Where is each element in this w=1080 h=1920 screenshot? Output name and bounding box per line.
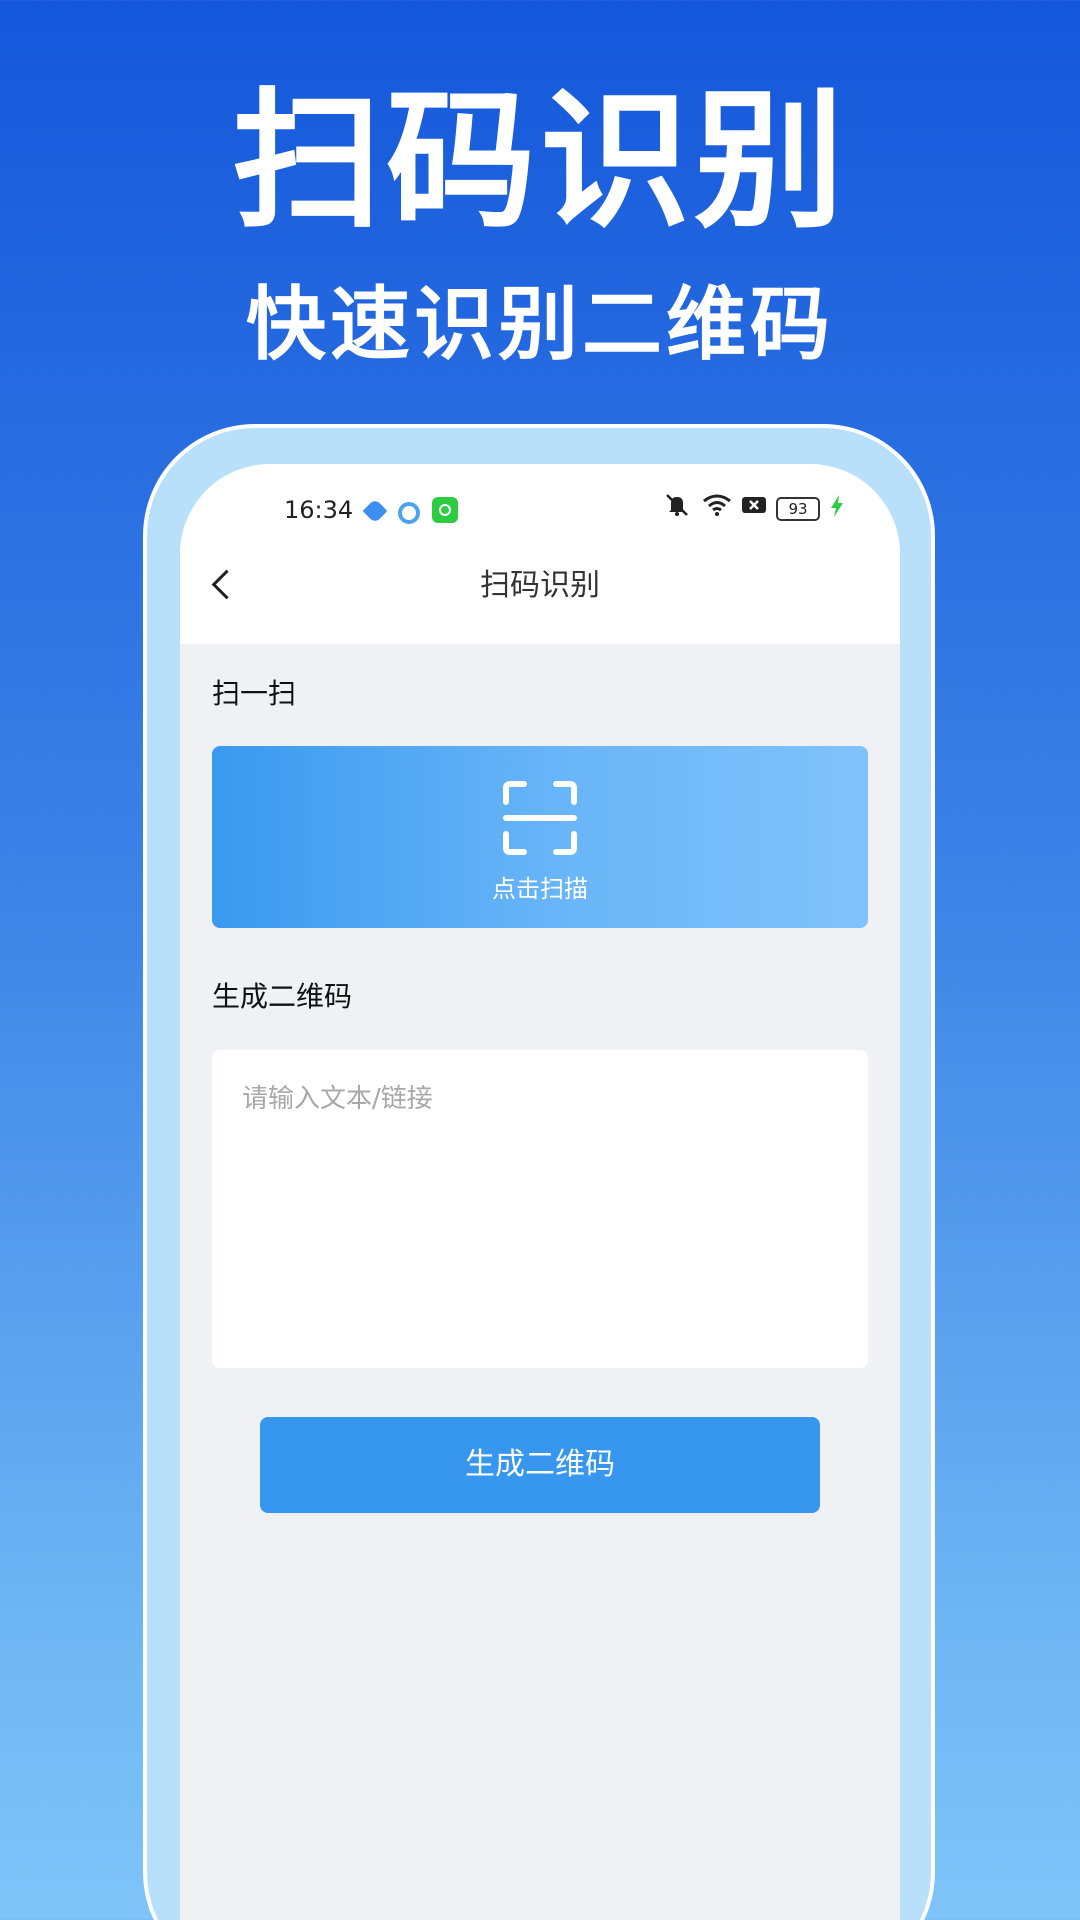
generate-qr-button[interactable]: 生成二维码 [260,1417,820,1513]
top-bar: 16:34 93 扫码识别 [180,464,900,644]
mute-icon [662,492,692,527]
scan-frame-icon [503,781,577,855]
scan-button-label: 点击扫描 [492,875,588,903]
promo-subtitle: 快速识别二维码 [246,278,834,371]
status-icons: 93 [662,492,844,527]
status-time: 16:34 [284,496,354,524]
scan-section-label: 扫一扫 [212,677,297,710]
wifi-icon [702,493,732,526]
text-link-input[interactable] [212,1050,868,1368]
signal-off-icon [742,494,766,524]
app-icon-3 [432,497,458,523]
app-screen: 16:34 93 扫码识别 扫一扫 点击扫描 生成二维码 请输入文本/链接 生成… [180,464,900,1920]
page-title: 扫码识别 [480,568,600,603]
generate-section-label: 生成二维码 [212,980,353,1013]
battery-icon: 93 [776,497,820,521]
charging-icon [830,495,844,523]
scan-button[interactable]: 点击扫描 [212,746,868,928]
app-icon-1 [362,498,388,524]
app-icon-2 [398,502,420,524]
promo-title: 扫码识别 [231,75,848,249]
